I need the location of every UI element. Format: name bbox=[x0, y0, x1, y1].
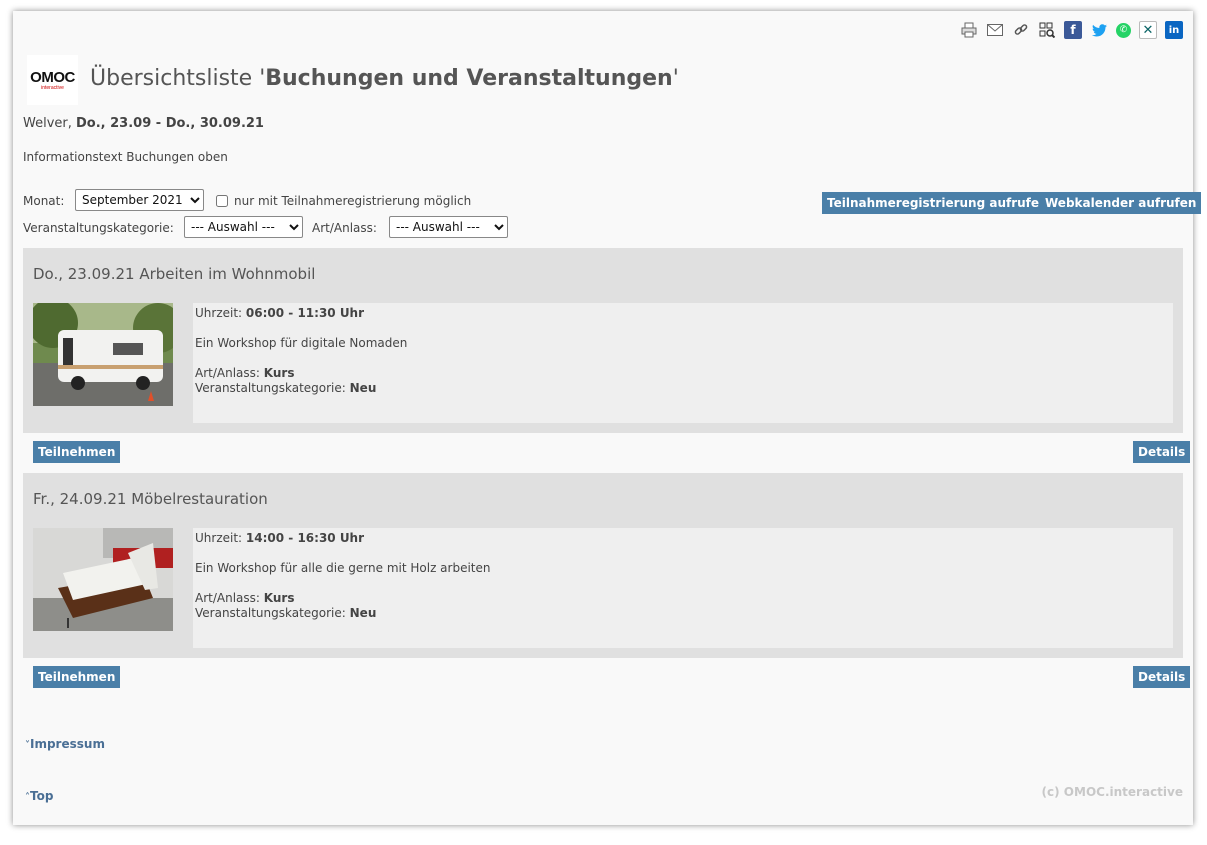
omoc-logo: OMOC interactive bbox=[27, 55, 78, 105]
month-label: Monat: bbox=[23, 194, 65, 208]
category-select[interactable]: --- Auswahl --- bbox=[184, 216, 303, 238]
event-info: Uhrzeit: 06:00 - 11:30 Uhr Ein Workshop … bbox=[193, 303, 1173, 423]
category-value: Neu bbox=[349, 606, 377, 620]
linkedin-icon[interactable]: in bbox=[1165, 21, 1183, 39]
event-category: Veranstaltungskategorie: Neu bbox=[195, 606, 376, 620]
occasion-label: Art/Anlass: bbox=[195, 591, 264, 605]
registration-only-label: nur mit Teilnahmeregistrierung möglich bbox=[234, 194, 472, 208]
event-title: Fr., 24.09.21 Möbelrestauration bbox=[33, 490, 268, 508]
title-bold: Buchungen und Veranstaltungen bbox=[265, 66, 673, 91]
event-time: Uhrzeit: 06:00 - 11:30 Uhr bbox=[195, 306, 364, 320]
mail-icon[interactable] bbox=[986, 21, 1004, 39]
time-value: 06:00 - 11:30 Uhr bbox=[245, 306, 365, 320]
twitter-icon[interactable] bbox=[1090, 21, 1108, 39]
event-occasion: Art/Anlass: Kurs bbox=[195, 366, 294, 380]
join-button[interactable]: Teilnehmen bbox=[33, 441, 121, 463]
occasion-select[interactable]: --- Auswahl --- bbox=[389, 216, 508, 238]
info-text: Informationstext Buchungen oben bbox=[23, 150, 228, 164]
time-label: Uhrzeit: bbox=[195, 306, 246, 320]
event-category: Veranstaltungskategorie: Neu bbox=[195, 381, 376, 395]
logo-sub: interactive bbox=[41, 84, 64, 91]
event-time: Uhrzeit: 14:00 - 16:30 Uhr bbox=[195, 531, 364, 545]
print-icon[interactable] bbox=[960, 21, 978, 39]
qr-code-icon[interactable] bbox=[1038, 21, 1056, 39]
join-button[interactable]: Teilnehmen bbox=[33, 666, 121, 688]
event-description: Ein Workshop für digitale Nomaden bbox=[195, 336, 408, 350]
event-card: Do., 23.09.21 Arbeiten im Wohnmobil Uhrz… bbox=[23, 248, 1183, 433]
occasion-label: Art/Anlass: bbox=[312, 221, 377, 235]
logo-brand: OMOC bbox=[30, 68, 75, 86]
whatsapp-icon[interactable]: ✆ bbox=[1116, 22, 1131, 38]
event-title: Do., 23.09.21 Arbeiten im Wohnmobil bbox=[33, 265, 316, 283]
event-info: Uhrzeit: 14:00 - 16:30 Uhr Ein Workshop … bbox=[193, 528, 1173, 648]
top-link[interactable]: ˄Top bbox=[25, 789, 53, 803]
page-container: f ✆ ✕ in OMOC interactive Übersichtslist… bbox=[13, 11, 1202, 825]
date-place: Welver, bbox=[23, 116, 77, 131]
webcalendar-button[interactable]: Webkalender aufrufen bbox=[1040, 192, 1202, 214]
link-icon[interactable] bbox=[1012, 21, 1030, 39]
details-button[interactable]: Details bbox=[1133, 441, 1191, 463]
impressum-link[interactable]: ˅Impressum bbox=[25, 737, 105, 751]
page-title: Übersichtsliste 'Buchungen und Veranstal… bbox=[90, 66, 679, 91]
time-value: 14:00 - 16:30 Uhr bbox=[245, 531, 365, 545]
category-label: Veranstaltungskategorie: bbox=[195, 381, 350, 395]
title-prefix: Übersichtsliste ' bbox=[90, 66, 266, 91]
category-label: Veranstaltungskategorie: bbox=[23, 221, 174, 235]
date-line: Welver, Do., 23.09 - Do., 30.09.21 bbox=[23, 116, 264, 131]
occasion-label: Art/Anlass: bbox=[195, 366, 264, 380]
date-range: Do., 23.09 - Do., 30.09.21 bbox=[76, 116, 264, 131]
event-card: Fr., 24.09.21 Möbelrestauration Uhrzeit:… bbox=[23, 473, 1183, 658]
event-description: Ein Workshop für alle die gerne mit Holz… bbox=[195, 561, 491, 575]
impressum-label: Impressum bbox=[30, 737, 105, 751]
facebook-icon[interactable]: f bbox=[1064, 21, 1082, 39]
occasion-value: Kurs bbox=[263, 366, 295, 380]
category-label: Veranstaltungskategorie: bbox=[195, 606, 350, 620]
title-suffix: ' bbox=[672, 66, 679, 91]
time-label: Uhrzeit: bbox=[195, 531, 246, 545]
top-label: Top bbox=[30, 789, 54, 803]
event-image-camper[interactable] bbox=[33, 303, 173, 406]
xing-icon[interactable]: ✕ bbox=[1139, 21, 1157, 39]
occasion-value: Kurs bbox=[263, 591, 295, 605]
details-button[interactable]: Details bbox=[1133, 666, 1191, 688]
share-bar: f ✆ ✕ in bbox=[960, 21, 1183, 39]
registration-button[interactable]: Teilnahmeregistrierung aufrufen bbox=[822, 192, 1053, 214]
month-select[interactable]: September 2021 bbox=[75, 189, 204, 211]
registration-only-checkbox[interactable] bbox=[216, 195, 228, 207]
copyright: (c) OMOC.interactive bbox=[1041, 785, 1183, 799]
category-value: Neu bbox=[349, 381, 377, 395]
event-image-sofa[interactable] bbox=[33, 528, 173, 631]
event-occasion: Art/Anlass: Kurs bbox=[195, 591, 294, 605]
